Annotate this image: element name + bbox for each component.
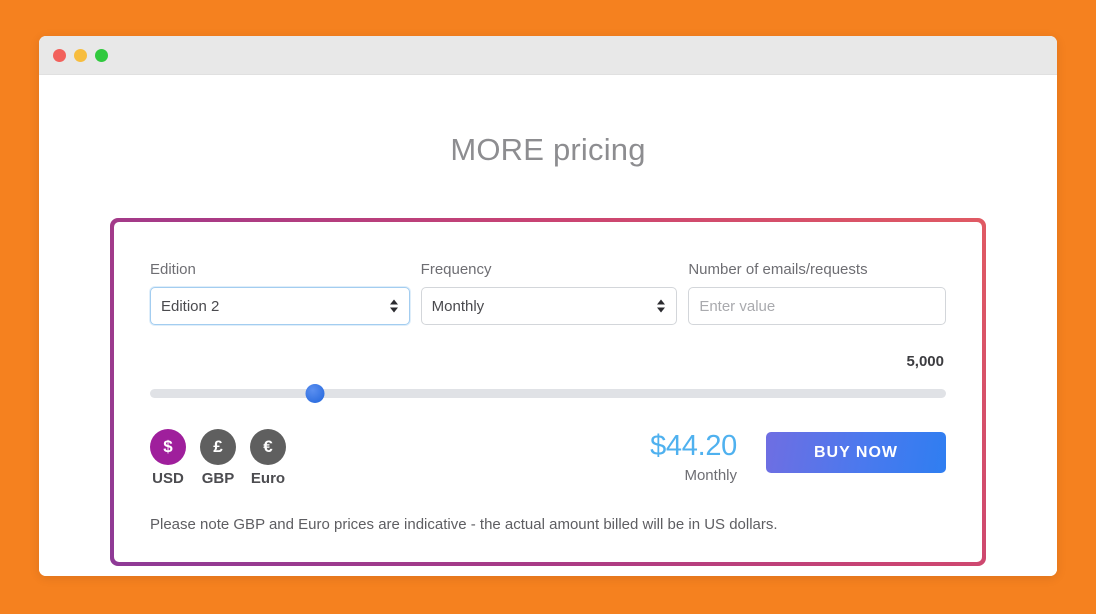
- frequency-field-group: Frequency Monthly: [420, 261, 678, 325]
- dollar-icon: $: [150, 429, 186, 465]
- currency-selector: $ USD £ GBP € Euro: [150, 429, 286, 487]
- maximize-window-icon[interactable]: [95, 48, 108, 62]
- euro-icon: €: [250, 429, 286, 465]
- edition-select-value: Edition 2: [161, 297, 220, 315]
- pricing-calculator-inner: Edition Edition 2 Frequency Monthly Numb…: [114, 222, 982, 562]
- edition-field-group: Edition Edition 2: [150, 261, 410, 325]
- edition-label: Edition: [150, 261, 196, 278]
- number-of-emails-label: Number of emails/requests: [688, 261, 868, 278]
- chevron-updown-icon: [389, 299, 398, 313]
- page-content: MORE pricing Edition Edition 2 Frequency…: [39, 75, 1057, 576]
- number-of-emails-input[interactable]: Enter value: [688, 287, 946, 325]
- close-window-icon[interactable]: [53, 48, 66, 62]
- slider-value-label: 5,000: [906, 353, 944, 370]
- pound-icon: £: [200, 429, 236, 465]
- quantity-slider[interactable]: [150, 384, 946, 404]
- frequency-select-value: Monthly: [431, 297, 485, 315]
- number-field-group: Number of emails/requests Enter value: [688, 261, 946, 325]
- browser-window: MORE pricing Edition Edition 2 Frequency…: [39, 36, 1057, 576]
- form-fields-row: Edition Edition 2 Frequency Monthly Numb…: [150, 261, 946, 325]
- number-of-emails-placeholder: Enter value: [699, 297, 776, 315]
- currency-label-euro: Euro: [250, 470, 286, 487]
- price-amount: $44.20: [650, 430, 737, 462]
- currency-and-price-row: $ USD £ GBP € Euro $44.20 Monthly BUY NO…: [150, 429, 946, 487]
- buy-now-button[interactable]: BUY NOW: [766, 432, 946, 473]
- minimize-window-icon[interactable]: [74, 48, 87, 62]
- chevron-updown-icon: [657, 299, 666, 313]
- currency-label-usd: USD: [152, 470, 184, 487]
- page-title: MORE pricing: [450, 132, 646, 167]
- pricing-calculator-panel: Edition Edition 2 Frequency Monthly Numb…: [110, 218, 986, 566]
- window-titlebar: [39, 36, 1057, 75]
- frequency-label: Frequency: [420, 261, 492, 278]
- slider-track[interactable]: [150, 389, 946, 398]
- currency-label-gbp: GBP: [201, 470, 235, 487]
- currency-option-euro[interactable]: € Euro: [250, 429, 286, 487]
- price-display: $44.20 Monthly: [650, 429, 737, 485]
- currency-option-gbp[interactable]: £ GBP: [200, 429, 236, 487]
- currency-option-usd[interactable]: $ USD: [150, 429, 186, 487]
- edition-select[interactable]: Edition 2: [150, 287, 410, 325]
- currency-note: Please note GBP and Euro prices are indi…: [150, 516, 778, 533]
- slider-thumb[interactable]: [305, 384, 325, 403]
- price-period: Monthly: [684, 467, 737, 484]
- frequency-select[interactable]: Monthly: [420, 287, 678, 325]
